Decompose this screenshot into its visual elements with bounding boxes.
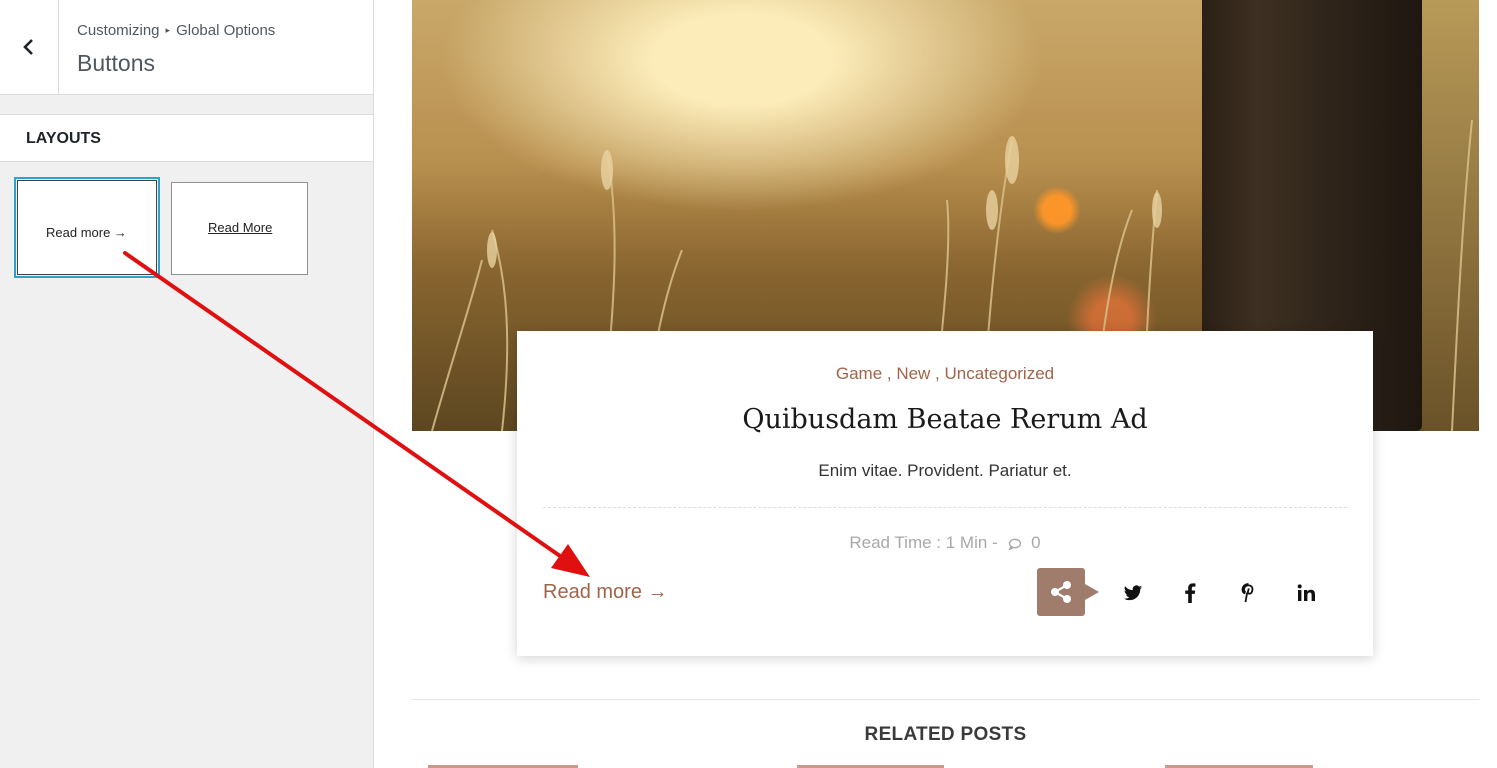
twitter-icon <box>1123 584 1143 600</box>
facebook-icon <box>1185 583 1196 603</box>
breadcrumb: Customizing ▸ Global Options <box>77 22 275 39</box>
comment-icon <box>1008 538 1022 550</box>
layout-option-label: Read more → <box>46 225 127 240</box>
chevron-left-icon <box>23 39 33 55</box>
share-button[interactable] <box>1037 568 1099 616</box>
post-card: Game , New , Uncategorized Quibusdam Bea… <box>517 331 1373 656</box>
post-meta: Read Time : 1 Min - 0 <box>517 533 1373 553</box>
linkedin-share[interactable] <box>1294 581 1320 605</box>
breadcrumb-global-options: Global Options <box>176 22 276 39</box>
post-excerpt: Enim vitae. Provident. Pariatur et. <box>818 461 1072 480</box>
customizer-sidebar: Customizing ▸ Global Options Buttons LAYOU… <box>0 0 374 768</box>
panel-title: Buttons <box>77 50 155 76</box>
pinterest-share[interactable] <box>1236 581 1262 605</box>
layout-option-read-more-underline[interactable]: Read More <box>171 182 308 275</box>
related-posts-heading: RELATED POSTS <box>864 724 1027 745</box>
layout-option-read-more-arrow[interactable]: Read more → <box>14 177 160 278</box>
facebook-share[interactable] <box>1177 581 1203 605</box>
card-divider <box>543 507 1347 508</box>
post-categories[interactable]: Game , New , Uncategorized <box>517 364 1373 384</box>
read-time: Read Time : 1 Min - <box>849 533 998 552</box>
read-more-link[interactable]: Read more → <box>543 581 668 604</box>
back-button[interactable] <box>0 0 59 94</box>
pinterest-icon <box>1241 583 1254 603</box>
post-title[interactable]: Quibusdam Beatae Rerum Ad <box>517 404 1373 435</box>
sidebar-header: Customizing ▸ Global Options Buttons <box>0 0 373 95</box>
twitter-share[interactable] <box>1120 581 1146 605</box>
section-header-layouts: LAYOUTS <box>0 114 373 162</box>
related-divider <box>412 699 1479 700</box>
linkedin-icon <box>1297 584 1315 601</box>
section-label: LAYOUTS <box>26 130 101 147</box>
breadcrumb-customizing: Customizing <box>77 22 160 39</box>
breadcrumb-separator: ▸ <box>165 25 171 35</box>
comment-count: 0 <box>1031 533 1041 552</box>
layout-option-label: Read More <box>208 220 273 235</box>
share-icon <box>1051 581 1071 603</box>
